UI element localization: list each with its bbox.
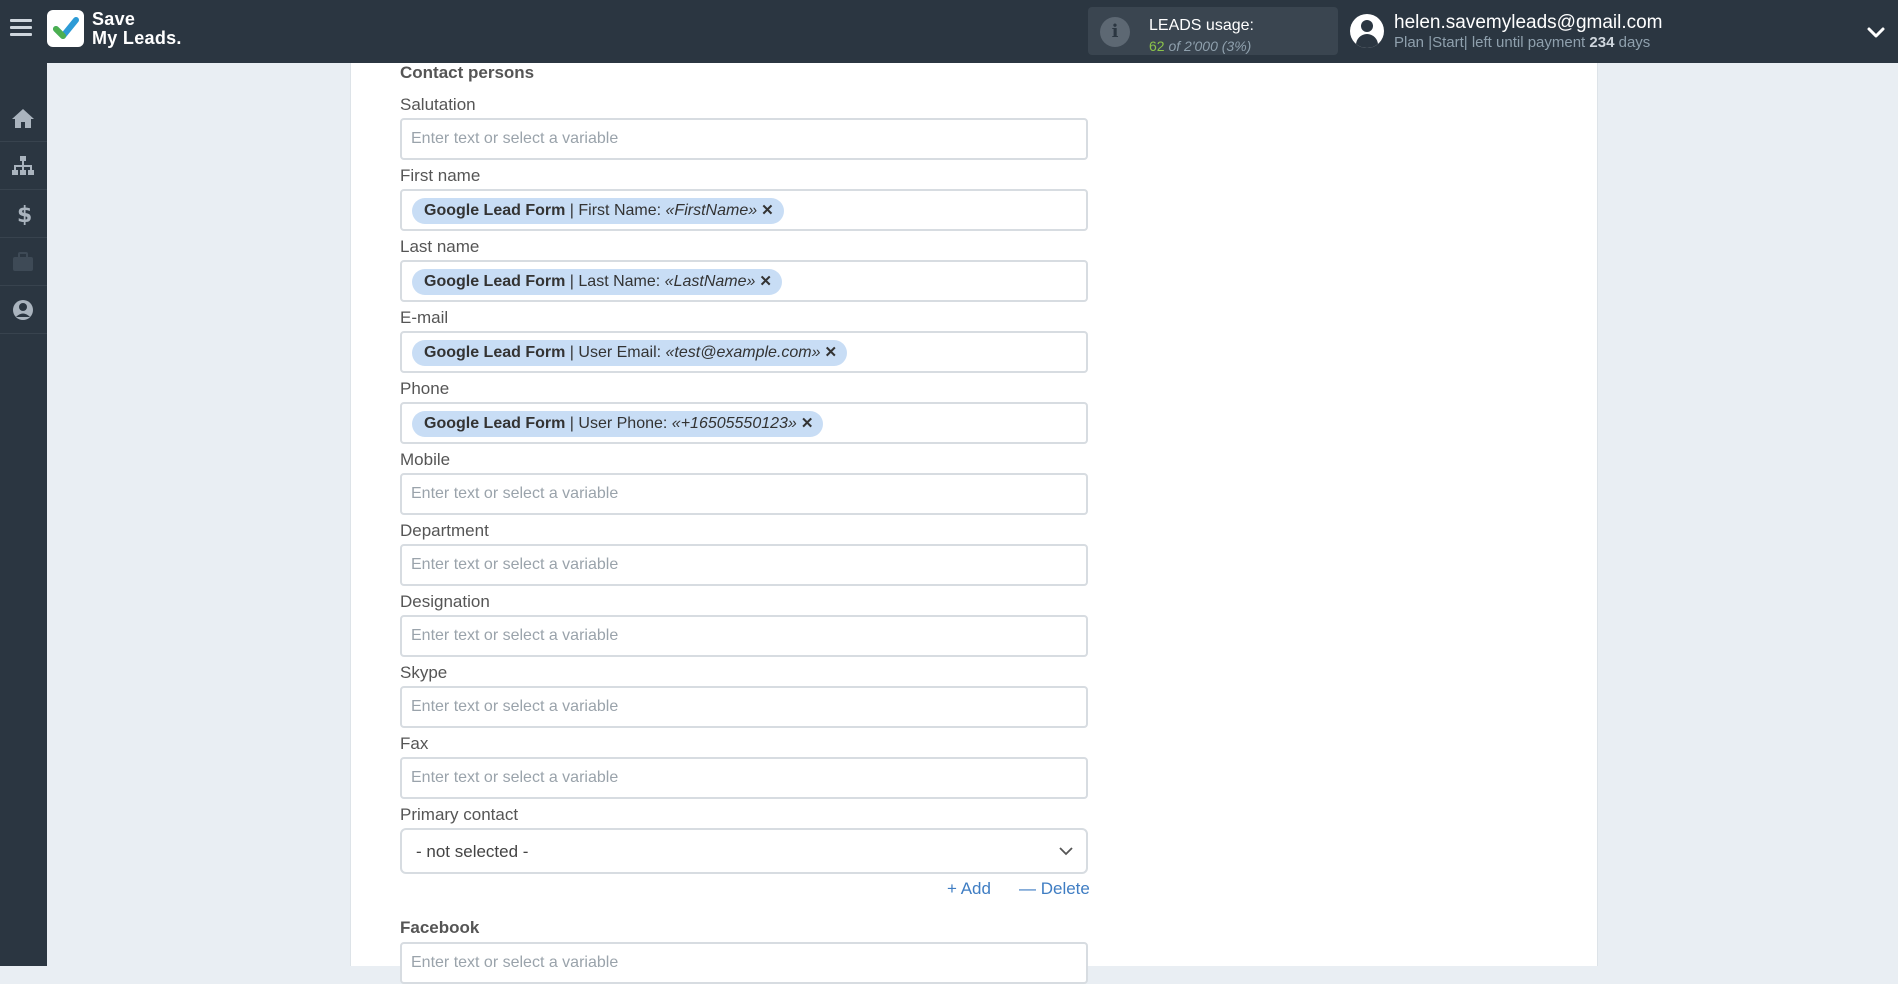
tag-value: «test@example.com» — [665, 344, 821, 361]
primary-contact-select[interactable]: - not selected - — [400, 828, 1088, 874]
label-skype: Skype — [400, 663, 448, 682]
usage-title: LEADS usage: — [1149, 17, 1254, 34]
tag-source: Google Lead Form — [424, 415, 566, 432]
label-fax: Fax — [400, 734, 429, 753]
select-value: - not selected - — [416, 842, 529, 861]
last-name-input[interactable]: Google Lead Form | Last Name: «LastName»… — [400, 260, 1088, 302]
tag-source: Google Lead Form — [424, 202, 566, 219]
label-facebook: Facebook — [400, 918, 480, 937]
sidebar-item-billing[interactable]: $ — [0, 191, 47, 238]
label-email: E-mail — [400, 308, 449, 327]
tag-source: Google Lead Form — [424, 273, 566, 290]
variable-tag[interactable]: Google Lead Form | User Email: «test@exa… — [412, 340, 848, 366]
placeholder: Enter text or select a variable — [411, 556, 619, 573]
variable-tag[interactable]: Google Lead Form | First Name: «FirstNam… — [412, 198, 784, 224]
plan-prefix: Plan |Start| left until payment — [1394, 34, 1586, 51]
designation-input[interactable]: Enter text or select a variable — [400, 615, 1088, 657]
mobile-input[interactable]: Enter text or select a variable — [400, 473, 1088, 515]
hamburger-menu-icon[interactable] — [10, 19, 32, 41]
tag-label: | User Email: — [569, 344, 662, 361]
chevron-down-icon[interactable] — [1866, 22, 1886, 42]
remove-tag-icon[interactable]: ✕ — [801, 411, 814, 437]
placeholder: Enter text or select a variable — [411, 954, 619, 971]
logo-icon[interactable] — [47, 10, 84, 47]
label-first-name: First name — [400, 166, 481, 185]
add-button[interactable]: + Add — [947, 879, 991, 899]
logo-text: Save My Leads. — [92, 10, 182, 48]
phone-input[interactable]: Google Lead Form | User Phone: «+1650555… — [400, 402, 1088, 444]
briefcase-icon — [13, 252, 33, 271]
top-bar: Save My Leads. i LEADS usage: 62 of 2'00… — [0, 0, 1898, 63]
tag-value: «FirstName» — [665, 202, 758, 219]
tag-value: «LastName» — [664, 273, 756, 290]
tag-value: «+16505550123» — [671, 415, 797, 432]
home-icon — [12, 109, 34, 128]
user-plan: Plan |Start| left until payment 234 days — [1394, 34, 1650, 51]
section-title-contact-persons: Contact persons — [400, 63, 535, 82]
email-input[interactable]: Google Lead Form | User Email: «test@exa… — [400, 331, 1088, 373]
logo-line1: Save — [92, 9, 136, 29]
plan-days: 234 — [1589, 34, 1615, 51]
logo-line2: My Leads. — [92, 28, 182, 48]
facebook-input[interactable]: Enter text or select a variable — [400, 942, 1088, 984]
placeholder: Enter text or select a variable — [411, 627, 619, 644]
usage-value: 62 of 2'000 (3%) — [1149, 38, 1251, 54]
variable-tag[interactable]: Google Lead Form | User Phone: «+1650555… — [412, 411, 824, 437]
label-designation: Designation — [400, 592, 490, 611]
delete-button[interactable]: — Delete — [1019, 879, 1090, 899]
sitemap-icon — [12, 156, 34, 175]
content-background — [47, 63, 350, 966]
label-department: Department — [400, 521, 489, 540]
sidebar-item-connections[interactable] — [0, 143, 47, 190]
label-primary-contact: Primary contact — [400, 805, 519, 824]
tag-source: Google Lead Form — [424, 344, 566, 361]
salutation-input[interactable]: Enter text or select a variable — [400, 118, 1088, 160]
label-mobile: Mobile — [400, 450, 451, 469]
usage-of: of 2'000 — [1168, 38, 1218, 54]
first-name-input[interactable]: Google Lead Form | First Name: «FirstNam… — [400, 189, 1088, 231]
sidebar: $ — [0, 63, 47, 966]
chevron-down-icon — [1059, 847, 1073, 856]
label-last-name: Last name — [400, 237, 480, 256]
tag-label: | User Phone: — [569, 415, 668, 432]
tag-label: | Last Name: — [569, 273, 661, 290]
plan-suffix: days — [1618, 34, 1651, 51]
main-panel: Contact persons Salutation Enter text or… — [350, 63, 1598, 984]
placeholder: Enter text or select a variable — [411, 130, 619, 147]
user-email: helen.savemyleads@gmail.com — [1394, 12, 1663, 33]
avatar[interactable] — [1350, 14, 1384, 48]
label-salutation: Salutation — [400, 95, 476, 114]
label-phone: Phone — [400, 379, 450, 398]
sidebar-item-home[interactable] — [0, 95, 47, 142]
department-input[interactable]: Enter text or select a variable — [400, 544, 1088, 586]
info-icon: i — [1100, 17, 1130, 47]
usage-used: 62 — [1149, 38, 1165, 54]
remove-tag-icon[interactable]: ✕ — [759, 269, 772, 295]
leads-usage-panel: i LEADS usage: 62 of 2'000 (3%) — [1088, 7, 1338, 55]
skype-input[interactable]: Enter text or select a variable — [400, 686, 1088, 728]
svg-text:$: $ — [17, 203, 32, 225]
sidebar-item-account[interactable] — [0, 287, 47, 334]
fax-input[interactable]: Enter text or select a variable — [400, 757, 1088, 799]
sidebar-item-tools[interactable] — [0, 239, 47, 286]
tag-label: | First Name: — [569, 202, 662, 219]
placeholder: Enter text or select a variable — [411, 769, 619, 786]
placeholder: Enter text or select a variable — [411, 485, 619, 502]
usage-percent: (3%) — [1221, 38, 1252, 54]
user-icon — [13, 300, 33, 320]
variable-tag[interactable]: Google Lead Form | Last Name: «LastName»… — [412, 269, 782, 295]
remove-tag-icon[interactable]: ✕ — [825, 340, 838, 366]
placeholder: Enter text or select a variable — [411, 698, 619, 715]
remove-tag-icon[interactable]: ✕ — [761, 198, 774, 224]
dollar-icon: $ — [17, 203, 32, 225]
